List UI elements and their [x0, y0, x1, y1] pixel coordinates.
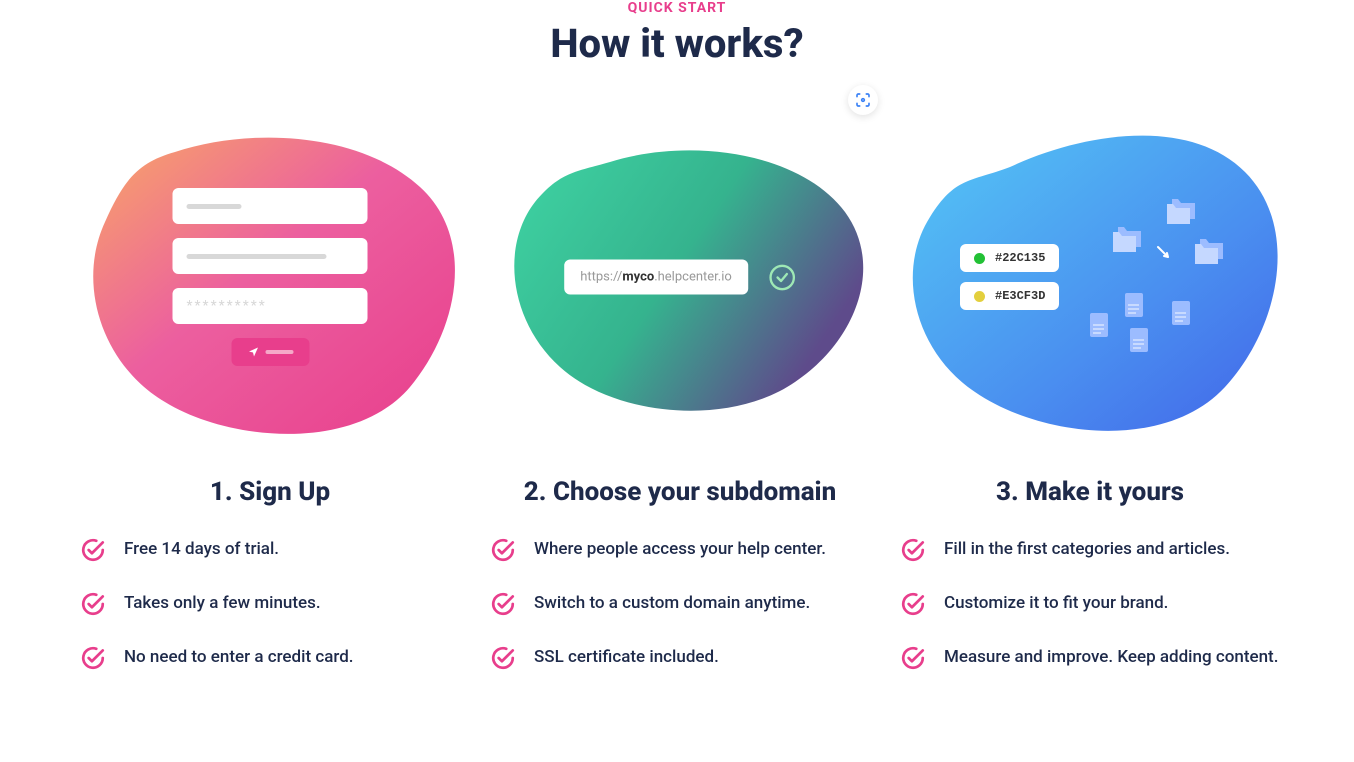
check-icon	[900, 591, 926, 617]
step-title-1: 1. Sign Up	[210, 477, 330, 507]
check-icon	[490, 537, 516, 563]
bullet-item: Fill in the first categories and article…	[900, 537, 1280, 563]
bullet-text: Free 14 days of trial.	[124, 537, 279, 563]
domain-bold: myco	[622, 270, 654, 285]
color-label: #E3CF3D	[995, 289, 1045, 303]
step-bullets-1: Free 14 days of trial. Takes only a few …	[80, 537, 460, 699]
check-icon	[80, 591, 106, 617]
bullet-text: SSL certificate included.	[534, 645, 719, 671]
check-circle-icon	[768, 263, 796, 291]
step-subdomain: https://myco.helpcenter.io 2. Choose you…	[490, 107, 870, 699]
folders-group	[1110, 197, 1240, 291]
bullet-text: Fill in the first categories and article…	[944, 537, 1230, 563]
signup-illustration: **********	[80, 107, 460, 447]
check-icon	[490, 591, 516, 617]
step-bullets-2: Where people access your help center. Sw…	[490, 537, 870, 699]
bullet-item: Where people access your help center.	[490, 537, 870, 563]
step-customize: #22C135 #E3CF3D	[900, 107, 1280, 699]
color-label: #22C135	[995, 251, 1045, 265]
bullet-item: Free 14 days of trial.	[80, 537, 460, 563]
section-title: How it works?	[80, 20, 1274, 67]
bullet-item: SSL certificate included.	[490, 645, 870, 671]
step-signup: ********** 1. Sign Up Free 14 days of tr…	[80, 107, 460, 699]
color-chip-2: #E3CF3D	[960, 282, 1059, 310]
bullet-item: Takes only a few minutes.	[80, 591, 460, 617]
section-header: QUICK START How it works?	[80, 0, 1274, 67]
mock-input-2	[173, 238, 368, 274]
bullet-item: Switch to a custom domain anytime.	[490, 591, 870, 617]
check-icon	[900, 645, 926, 671]
bullet-text: Switch to a custom domain anytime.	[534, 591, 810, 617]
subdomain-illustration: https://myco.helpcenter.io	[490, 107, 870, 447]
bullet-text: No need to enter a credit card.	[124, 645, 354, 671]
check-icon	[80, 537, 106, 563]
step-title-3: 3. Make it yours	[996, 477, 1184, 507]
step-bullets-3: Fill in the first categories and article…	[900, 537, 1280, 699]
docs-group	[1090, 293, 1220, 377]
swatch-icon	[974, 253, 985, 264]
bullet-text: Customize it to fit your brand.	[944, 591, 1168, 617]
mock-submit-button	[231, 338, 309, 366]
bullet-text: Where people access your help center.	[534, 537, 826, 563]
customize-illustration: #22C135 #E3CF3D	[900, 107, 1280, 447]
swatch-icon	[974, 291, 985, 302]
domain-prefix: https://	[580, 270, 622, 285]
check-icon	[900, 537, 926, 563]
eyebrow-text: QUICK START	[80, 0, 1274, 16]
step-title-2: 2. Choose your subdomain	[524, 477, 836, 507]
domain-preview: https://myco.helpcenter.io	[564, 260, 748, 295]
check-icon	[80, 645, 106, 671]
mock-input-password: **********	[173, 288, 368, 324]
check-icon	[490, 645, 516, 671]
color-chip-1: #22C135	[960, 244, 1059, 272]
bullet-item: Measure and improve. Keep adding content…	[900, 645, 1280, 671]
steps-row: ********** 1. Sign Up Free 14 days of tr…	[80, 107, 1274, 699]
domain-suffix: .helpcenter.io	[654, 270, 732, 285]
mock-input-1	[173, 188, 368, 224]
bullet-item: Customize it to fit your brand.	[900, 591, 1280, 617]
bullet-item: No need to enter a credit card.	[80, 645, 460, 671]
bullet-text: Measure and improve. Keep adding content…	[944, 645, 1278, 671]
bullet-text: Takes only a few minutes.	[124, 591, 321, 617]
